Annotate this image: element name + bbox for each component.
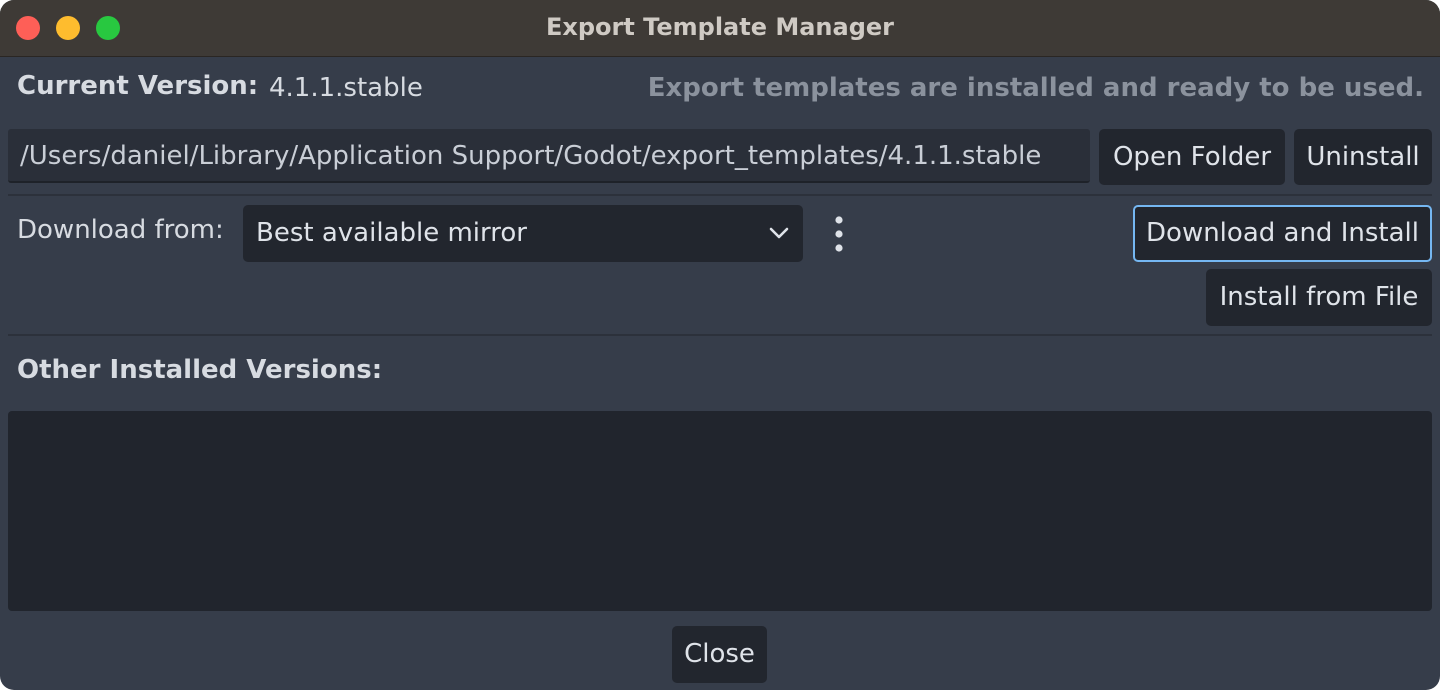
section-divider	[8, 194, 1432, 196]
current-version-value: 4.1.1.stable	[269, 73, 423, 103]
vertical-ellipsis-icon[interactable]	[826, 215, 852, 253]
dialog-body: Current Version: 4.1.1.stable Export tem…	[0, 57, 1440, 690]
other-installed-versions-list[interactable]	[8, 411, 1432, 611]
install-from-file-button[interactable]: Install from File	[1206, 269, 1432, 326]
templates-status-message: Export templates are installed and ready…	[647, 73, 1424, 103]
mirror-select[interactable]: Best available mirror	[243, 205, 803, 262]
other-installed-versions-label: Other Installed Versions:	[17, 355, 383, 385]
section-divider	[8, 334, 1432, 336]
chevron-down-icon	[769, 227, 789, 239]
templates-path-field[interactable]: /Users/daniel/Library/Application Suppor…	[8, 129, 1090, 183]
download-and-install-button[interactable]: Download and Install	[1133, 205, 1432, 262]
download-from-label: Download from:	[17, 215, 224, 245]
uninstall-button[interactable]: Uninstall	[1294, 129, 1432, 185]
title-bar: Export Template Manager	[0, 0, 1440, 57]
window-title: Export Template Manager	[545, 13, 895, 41]
mirror-select-value: Best available mirror	[256, 218, 527, 248]
close-button[interactable]: Close	[672, 626, 767, 683]
export-template-manager-window: Export Template Manager Current Version:…	[0, 0, 1440, 690]
current-version-label: Current Version:	[17, 71, 259, 101]
open-folder-button[interactable]: Open Folder	[1099, 129, 1285, 185]
